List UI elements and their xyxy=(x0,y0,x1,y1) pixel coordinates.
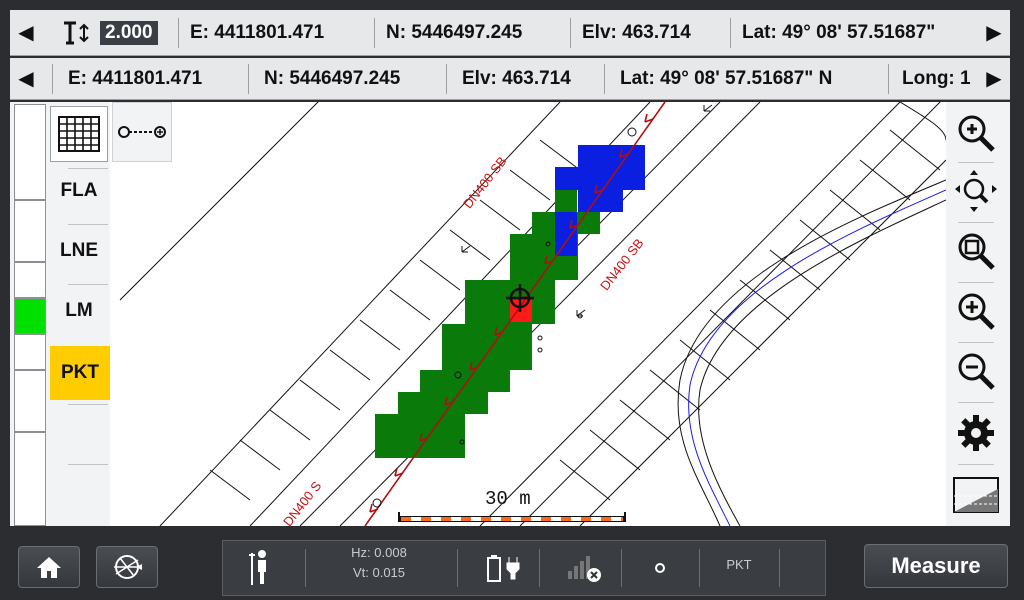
profile-icon xyxy=(953,477,999,513)
zoom-window-button[interactable] xyxy=(950,108,1002,158)
tab-lm[interactable]: LM xyxy=(50,282,108,340)
power-status[interactable] xyxy=(479,549,529,587)
scale-bar xyxy=(398,512,626,522)
tab-lne[interactable]: LNE xyxy=(50,222,108,280)
active-layer-indicator[interactable] xyxy=(14,298,46,334)
layer-slot[interactable] xyxy=(14,432,46,526)
top-latitude: Lat: 49° 08' 57.51687" xyxy=(742,21,936,43)
profile-button[interactable] xyxy=(950,470,1002,520)
map-view[interactable]: DN400 SB DN400 SB DN400 S 30 m xyxy=(110,102,946,526)
layer-slot[interactable] xyxy=(14,334,46,370)
vt-angle: Vt: 0.015 xyxy=(352,565,406,580)
top-easting: E: 4411801.471 xyxy=(190,21,325,43)
home-icon xyxy=(37,557,61,578)
tab-fla[interactable]: FLA xyxy=(50,162,108,220)
layer-slot[interactable] xyxy=(14,200,46,262)
surveyor-icon xyxy=(249,550,266,585)
line-tool-icon xyxy=(118,126,166,138)
coord-bar-left-arrow[interactable]: ◀ xyxy=(12,58,40,99)
zoom-extents-button[interactable] xyxy=(950,226,1002,276)
coord-easting: E: 4411801.471 xyxy=(68,67,203,89)
coord-elevation: Elv: 463.714 xyxy=(462,67,571,89)
line-tool-button[interactable] xyxy=(112,102,172,162)
coord-northing: N: 5446497.245 xyxy=(264,67,401,89)
grid-icon xyxy=(58,116,100,152)
point-code[interactable]: PKT xyxy=(709,557,769,572)
measure-button[interactable]: Measure xyxy=(864,544,1008,588)
compass-icon xyxy=(114,555,142,579)
zoom-extent-icon xyxy=(958,233,995,270)
battery-icon xyxy=(487,555,501,582)
radio-status[interactable] xyxy=(559,549,609,587)
layer-slot[interactable] xyxy=(14,262,46,298)
top-northing: N: 5446497.245 xyxy=(386,21,523,43)
pan-button[interactable] xyxy=(950,166,1002,216)
plug-icon xyxy=(506,557,520,580)
zoom-minus-icon xyxy=(958,353,995,390)
instrument-height-value: 2.000 xyxy=(100,20,158,45)
point-icon xyxy=(655,563,665,573)
top-elevation: Elv: 463.714 xyxy=(582,21,691,43)
top-bar-left-arrow[interactable]: ◀ xyxy=(12,10,40,55)
zoom-in-icon xyxy=(958,115,995,152)
instrument-status-panel[interactable]: Hz: 0.008 Vt: 0.015 PKT xyxy=(222,540,826,596)
height-icon xyxy=(60,20,96,46)
layer-slot[interactable] xyxy=(14,370,46,432)
grid-button[interactable] xyxy=(50,106,108,162)
instrument-height[interactable]: 2.000 xyxy=(60,10,158,55)
signal-off-icon xyxy=(568,556,601,582)
tab-pkt[interactable]: PKT xyxy=(50,346,110,400)
instrument-button[interactable] xyxy=(96,546,158,588)
coord-latitude: Lat: 49° 08' 57.51687" N xyxy=(620,67,833,89)
zoom-in-button[interactable] xyxy=(950,286,1002,336)
coordinate-bar: ◀ E: 4411801.471 N: 5446497.245 Elv: 463… xyxy=(10,58,1010,100)
zoom-plus-icon xyxy=(958,293,995,330)
gear-icon xyxy=(958,415,994,451)
top-status-bar: ◀ 2.000 E: 4411801.471 N: 5446497.245 El… xyxy=(10,10,1010,56)
point-status[interactable] xyxy=(635,549,685,587)
hz-angle: Hz: 0.008 xyxy=(351,545,407,560)
scale-label: 30 m xyxy=(485,488,531,510)
coord-longitude: Long: 1 xyxy=(902,67,971,89)
settings-button[interactable] xyxy=(950,408,1002,458)
left-layer-panel: FLA LNE LM PKT xyxy=(10,102,110,526)
top-bar-right-arrow[interactable]: ▶ xyxy=(980,10,1008,55)
zoom-out-button[interactable] xyxy=(950,346,1002,396)
layer-slot[interactable] xyxy=(14,104,46,200)
coord-bar-right-arrow[interactable]: ▶ xyxy=(980,58,1008,99)
surveyor-button[interactable] xyxy=(237,547,287,587)
home-button[interactable] xyxy=(18,546,80,588)
pan-icon xyxy=(955,170,997,212)
